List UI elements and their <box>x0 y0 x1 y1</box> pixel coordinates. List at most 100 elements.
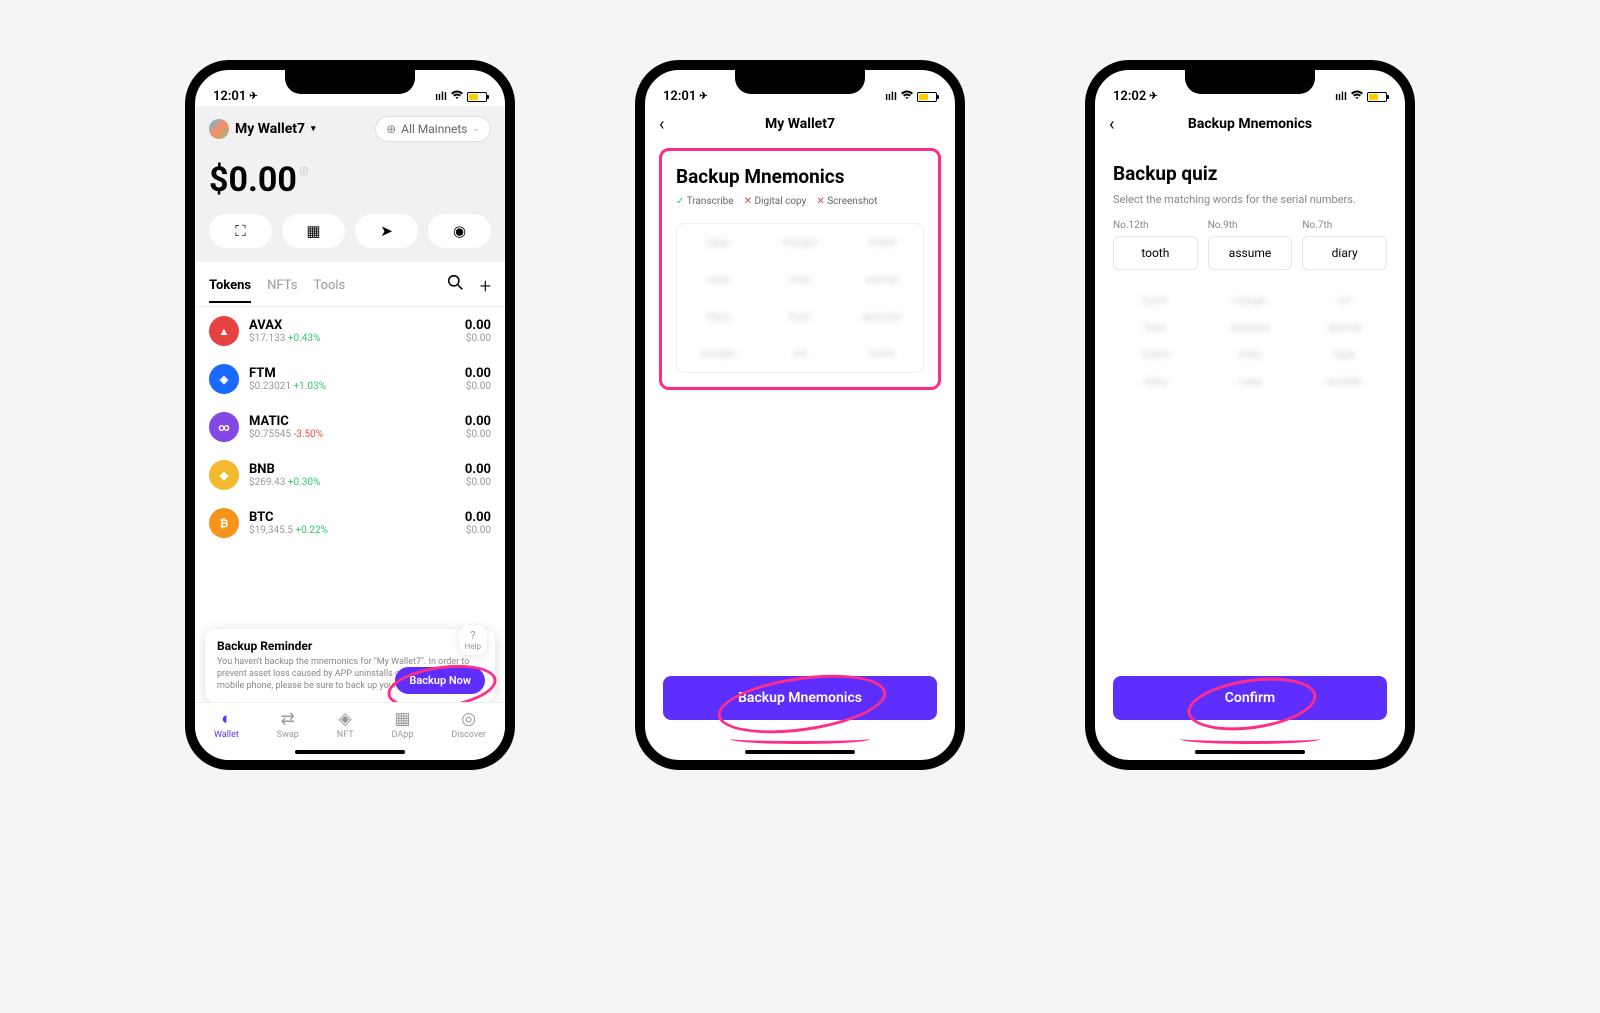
quiz-slot: No.9th assume <box>1208 220 1293 270</box>
discover-icon: ◎ <box>451 709 486 729</box>
quiz-word-option[interactable]: wonder <box>1302 375 1387 388</box>
token-price: $0.23021 +1.03% <box>249 381 455 392</box>
notch <box>1185 70 1315 94</box>
mnemonic-word: assume <box>841 298 923 335</box>
phone-backup-quiz: 12:02 ✈ ıılI ‹ Backup Mnemonics Backup q… <box>1085 60 1415 770</box>
nav-title: My Wallet7 <box>765 116 835 132</box>
token-symbol: MATIC <box>249 414 455 429</box>
info-icon[interactable]: ⓘ <box>300 166 308 177</box>
quiz-word-option[interactable]: tape <box>1302 348 1387 361</box>
caret-down-icon: ▾ <box>311 124 316 134</box>
quiz-word-option[interactable]: case <box>1208 375 1293 388</box>
rule-item: ✕ Screenshot <box>816 196 877 207</box>
token-symbol: BNB <box>249 462 455 477</box>
confirm-button[interactable]: Confirm <box>1113 676 1387 720</box>
quiz-title: Backup quiz <box>1113 162 1387 185</box>
wifi-icon <box>900 89 914 104</box>
scan-icon: ⛶ <box>235 222 246 240</box>
phone-wallet-home: 12:01 ✈ ıılI My Wallet7 ▾ All Mainnets ⌄ <box>185 60 515 770</box>
token-value: $0.00 <box>465 525 491 536</box>
token-row[interactable]: ₿ BTC $19,345.5 +0.22% 0.00 $0.00 <box>195 499 505 547</box>
tab-nfts[interactable]: NFTs <box>267 278 297 303</box>
quiz-word-option[interactable]: margin <box>1208 294 1293 307</box>
x-icon: ✕ <box>816 196 824 207</box>
quiz-slot-value[interactable]: assume <box>1208 236 1293 270</box>
rule-item: ✓ Transcribe <box>676 196 734 207</box>
tab-tokens[interactable]: Tokens <box>209 278 251 303</box>
nav-label: Swap <box>277 730 299 740</box>
nav-label: Discover <box>451 730 486 740</box>
mnemonic-word: diary <box>677 298 759 335</box>
backup-reminder-card: ?Help Backup Reminder You haven't backup… <box>205 629 495 702</box>
back-button[interactable]: ‹ <box>1109 114 1114 135</box>
swap-icon: ⇄ <box>277 709 299 729</box>
battery-icon <box>467 92 487 102</box>
quiz-word-option[interactable]: infant <box>1113 348 1198 361</box>
token-value: $0.00 <box>465 333 491 344</box>
quiz-word-option[interactable]: critic <box>1208 348 1293 361</box>
quiz-word-option[interactable]: diary <box>1113 375 1198 388</box>
token-symbol: AVAX <box>249 318 455 333</box>
help-button[interactable]: ?Help <box>459 625 487 655</box>
mnemonics-panel: Backup Mnemonics ✓ Transcribe ✕ Digital c… <box>659 148 941 390</box>
annotation-underline <box>1180 734 1320 744</box>
quiz-word-option[interactable]: tooth <box>1113 294 1198 307</box>
wallet-avatar-icon <box>209 119 229 139</box>
quiz-word-option[interactable]: art <box>1302 294 1387 307</box>
search-icon[interactable] <box>447 274 464 298</box>
status-time: 12:01 <box>213 89 246 104</box>
buy-button[interactable]: ◉ <box>428 214 491 248</box>
mnemonic-word: case <box>677 261 759 298</box>
qr-button[interactable]: ▦ <box>282 214 345 248</box>
annotation-underline <box>730 734 870 744</box>
mnemonic-word: bust <box>759 298 841 335</box>
phone-backup-mnemonics: 12:01 ✈ ıılI ‹ My Wallet7 Backup Mnemoni… <box>635 60 965 770</box>
network-selector[interactable]: All Mainnets ⌄ <box>375 116 491 142</box>
mnemonic-word: animal <box>841 261 923 298</box>
token-row[interactable]: ◈ FTM $0.23021 +1.03% 0.00 $0.00 <box>195 355 505 403</box>
signal-icon: ıılI <box>1335 90 1347 103</box>
scan-button[interactable]: ⛶ <box>209 214 272 248</box>
add-icon[interactable]: + <box>480 274 491 298</box>
mnemonic-word: critic <box>759 261 841 298</box>
token-row[interactable]: ▲ AVAX $17.133 +0.43% 0.00 $0.00 <box>195 307 505 355</box>
nav-item-wallet[interactable]: ◐Wallet <box>214 709 239 760</box>
backup-now-button[interactable]: Backup Now <box>395 667 485 694</box>
send-button[interactable]: ➤ <box>355 214 418 248</box>
quiz-word-option[interactable]: animal <box>1302 321 1387 334</box>
token-price: $19,345.5 +0.22% <box>249 525 455 536</box>
buy-icon: ◉ <box>453 222 466 240</box>
network-label: All Mainnets <box>401 122 467 136</box>
quiz-content: Backup quiz Select the matching words fo… <box>1095 142 1405 676</box>
token-amount: 0.00 <box>465 414 491 429</box>
token-icon: ∞ <box>209 412 239 442</box>
nav-item-discover[interactable]: ◎Discover <box>451 709 486 760</box>
rule-item: ✕ Digital copy <box>744 196 807 207</box>
backup-mnemonics-button[interactable]: Backup Mnemonics <box>663 676 937 720</box>
token-icon: ▲ <box>209 316 239 346</box>
token-amount: 0.00 <box>465 366 491 381</box>
quiz-slot-label: No.12th <box>1113 220 1198 231</box>
quiz-word-option[interactable]: bust <box>1113 321 1198 334</box>
rule-label: Transcribe <box>687 196 734 207</box>
token-row[interactable]: ∞ MATIC $0.75545 -3.50% 0.00 $0.00 <box>195 403 505 451</box>
nav-header: ‹ Backup Mnemonics <box>1095 106 1405 142</box>
quiz-word-grid: tooth margin art bust assume animal infant crit… <box>1113 294 1387 388</box>
quiz-slot-label: No.9th <box>1208 220 1293 231</box>
wallet-name-label: My Wallet7 <box>235 121 305 137</box>
token-row[interactable]: ◆ BNB $269.43 +0.30% 0.00 $0.00 <box>195 451 505 499</box>
token-change: +0.30% <box>288 477 321 488</box>
quiz-slot-value[interactable]: tooth <box>1113 236 1198 270</box>
wallet-selector[interactable]: My Wallet7 ▾ <box>209 119 316 139</box>
quiz-word-option[interactable]: assume <box>1208 321 1293 334</box>
location-icon: ✈ <box>249 91 257 102</box>
quiz-slot-value[interactable]: diary <box>1302 236 1387 270</box>
rule-label: Screenshot <box>827 196 877 207</box>
chevron-down-icon: ⌄ <box>472 124 480 134</box>
section-title: Backup Mnemonics <box>676 165 924 188</box>
tab-tools[interactable]: Tools <box>313 278 345 303</box>
location-icon: ✈ <box>699 91 707 102</box>
token-price: $17.133 +0.43% <box>249 333 455 344</box>
quiz-slot-label: No.7th <box>1302 220 1387 231</box>
back-button[interactable]: ‹ <box>659 114 664 135</box>
